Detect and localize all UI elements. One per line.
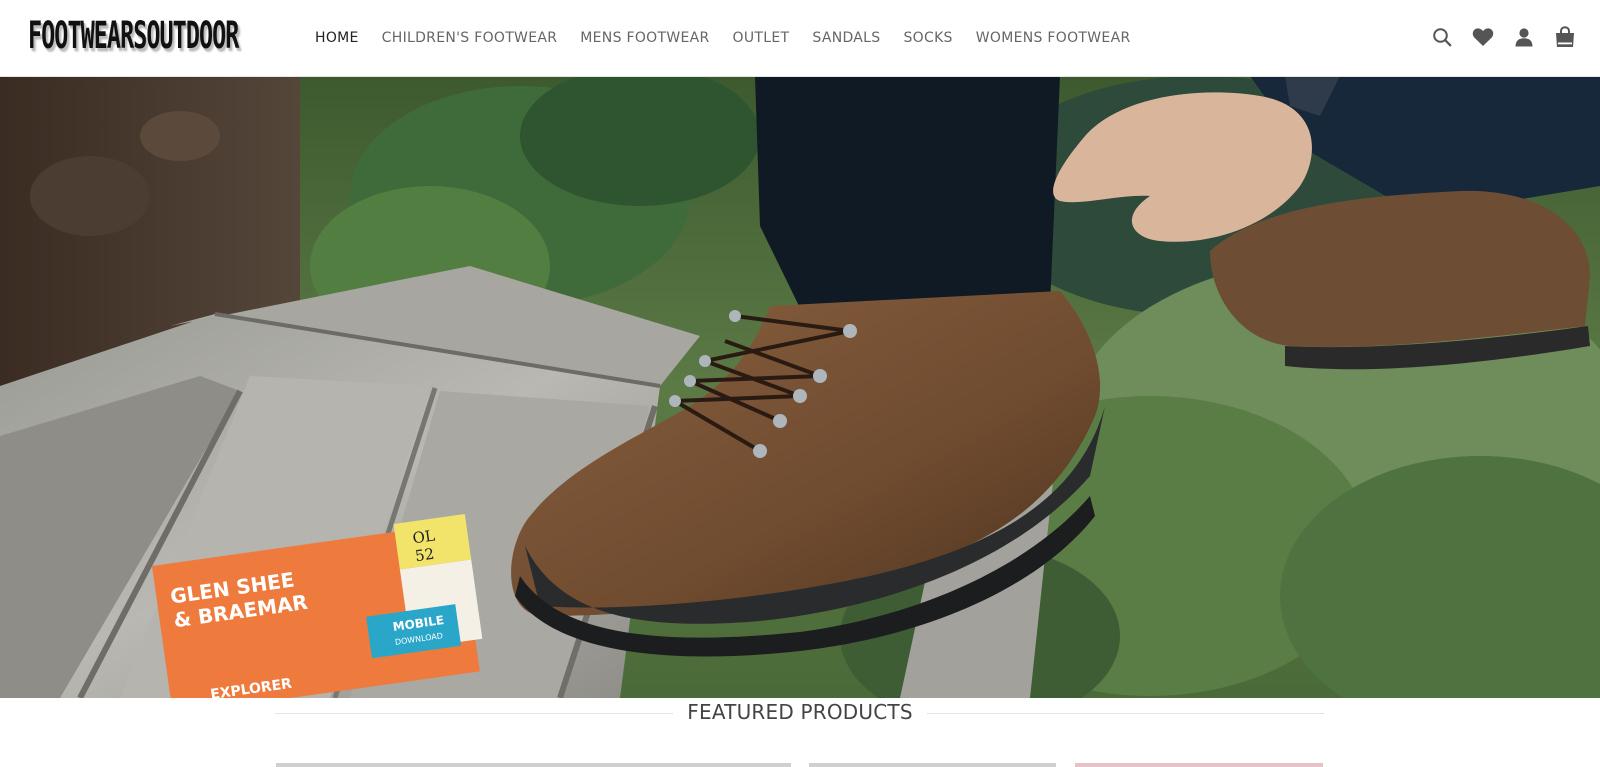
hero-image: GLEN SHEE & BRAEMAR OL 52 MOBILE DOWNLOA…	[0, 76, 1600, 698]
header-icons	[1414, 24, 1578, 50]
nav-item-socks[interactable]: SOCKS	[903, 30, 952, 46]
search-icon[interactable]	[1429, 24, 1455, 50]
nav-item-mens-footwear[interactable]: MENS FOOTWEAR	[580, 30, 709, 46]
hero-banner[interactable]: GLEN SHEE & BRAEMAR OL 52 MOBILE DOWNLOA…	[0, 76, 1600, 698]
nav-item-outlet[interactable]: OUTLET	[733, 30, 790, 46]
site-header: FOOTWEARSOUTDOOR HOME CHILDREN'S FOOTWEA…	[0, 0, 1600, 77]
site-logo[interactable]: FOOTWEARSOUTDOOR	[28, 14, 239, 74]
nav-item-home[interactable]: HOME	[315, 30, 359, 46]
nav-item-sandals[interactable]: SANDALS	[812, 30, 880, 46]
main-nav: HOME CHILDREN'S FOOTWEAR MENS FOOTWEAR O…	[315, 0, 1153, 76]
product-card[interactable]	[276, 763, 791, 767]
heart-icon[interactable]	[1470, 24, 1496, 50]
featured-products-heading: FEATURED PRODUCTS	[0, 700, 1600, 724]
nav-item-childrens-footwear[interactable]: CHILDREN'S FOOTWEAR	[382, 30, 558, 46]
nav-item-womens-footwear[interactable]: WOMENS FOOTWEAR	[976, 30, 1131, 46]
map-code-line2: 52	[414, 545, 435, 565]
featured-products-title: FEATURED PRODUCTS	[673, 700, 927, 724]
product-card[interactable]	[809, 763, 1056, 767]
user-icon[interactable]	[1511, 24, 1537, 50]
cart-icon[interactable]	[1552, 24, 1578, 50]
product-card[interactable]	[1075, 763, 1323, 767]
